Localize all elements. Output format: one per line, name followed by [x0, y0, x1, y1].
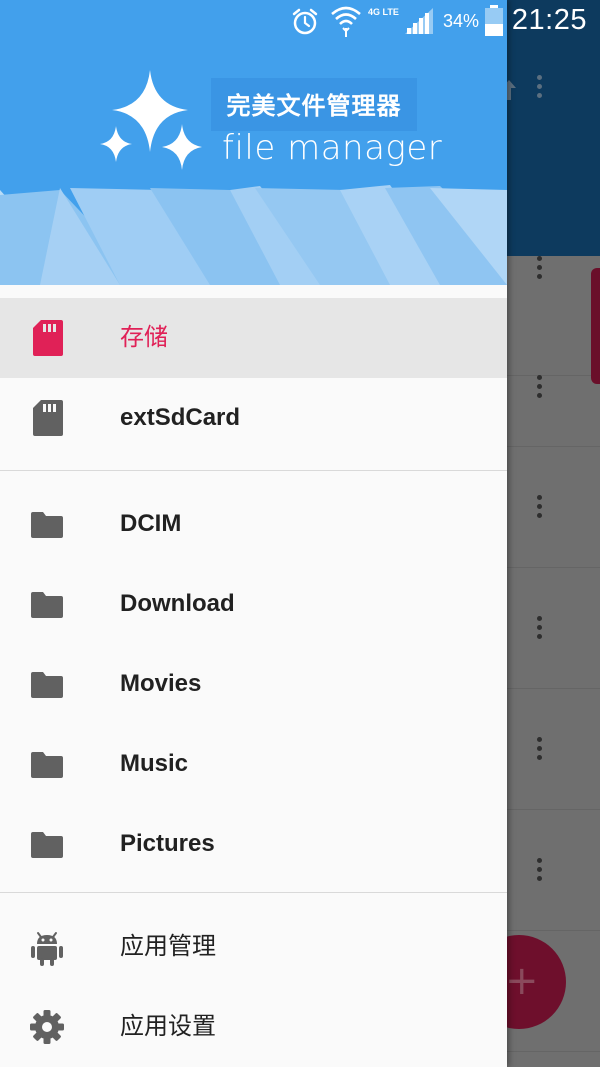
- nav-item-folder-music[interactable]: Music: [0, 724, 507, 804]
- app-logo-sparkle-icon: [100, 70, 202, 170]
- app-title: 完美文件管理器: [226, 92, 402, 120]
- alarm-clock-icon: [292, 8, 318, 35]
- status-time: 21:25: [511, 4, 587, 36]
- signal-strength-icon: [405, 8, 433, 34]
- plus-icon: +: [505, 958, 539, 1004]
- background-list-row[interactable]: [507, 690, 600, 810]
- row-more-icon[interactable]: [534, 256, 544, 286]
- nav-item-folder-pictures[interactable]: Pictures: [0, 804, 507, 884]
- nav-item-folder-download[interactable]: Download: [0, 564, 507, 644]
- background-list-row[interactable]: [507, 448, 600, 568]
- folder-icon: [31, 752, 63, 778]
- folder-icon: [31, 592, 63, 618]
- sd-card-icon: [33, 400, 63, 436]
- background-list-row[interactable]: [507, 569, 600, 689]
- nav-item-label: 存储: [120, 324, 168, 351]
- section-divider: [0, 892, 507, 893]
- folder-icon: [31, 832, 63, 858]
- battery-icon: [485, 5, 503, 36]
- nav-item-app-manager[interactable]: 应用管理: [0, 907, 507, 987]
- row-more-icon[interactable]: [534, 858, 544, 888]
- nav-item-label: Music: [120, 750, 189, 777]
- row-more-icon[interactable]: [534, 375, 544, 405]
- gear-icon: [30, 1010, 64, 1044]
- row-more-icon[interactable]: [534, 616, 544, 646]
- background-list-row[interactable]: [507, 811, 600, 931]
- fast-scroll-handle[interactable]: [591, 268, 600, 384]
- background-list-row[interactable]: [507, 327, 600, 447]
- nav-item-label: 应用管理: [120, 933, 216, 960]
- section-divider: [0, 470, 507, 471]
- nav-item-label: DCIM: [120, 510, 182, 537]
- folder-icon: [31, 512, 63, 538]
- nav-item-label: extSdCard: [120, 404, 241, 431]
- sd-card-icon: [33, 320, 63, 356]
- nav-item-folder-dcim[interactable]: DCIM: [0, 484, 507, 564]
- folder-icon: [31, 672, 63, 698]
- app-subtitle: file manager: [222, 128, 443, 168]
- background-overflow-menu-icon[interactable]: [534, 75, 544, 105]
- android-icon: [31, 932, 63, 966]
- row-more-icon[interactable]: [534, 495, 544, 525]
- row-more-icon[interactable]: [534, 737, 544, 767]
- nav-item-internal-storage[interactable]: 存储: [0, 298, 507, 378]
- nav-item-extsdcard[interactable]: extSdCard: [0, 378, 507, 458]
- nav-item-folder-movies[interactable]: Movies: [0, 644, 507, 724]
- nav-item-label: Pictures: [120, 830, 215, 857]
- nav-item-label: Download: [120, 590, 235, 617]
- wifi-icon: [331, 6, 361, 37]
- network-type-label: 4G LTE: [368, 7, 399, 17]
- navigation-drawer: 完美文件管理器 file manager 存储 extSdCard DCIM D…: [0, 0, 507, 1067]
- nav-item-app-settings[interactable]: 应用设置: [0, 987, 507, 1067]
- status-bar: 4G LTE 34% 21:25: [0, 0, 600, 44]
- nav-item-label: Movies: [120, 670, 202, 697]
- nav-item-label: 应用设置: [120, 1013, 216, 1040]
- battery-percent: 34%: [443, 11, 480, 31]
